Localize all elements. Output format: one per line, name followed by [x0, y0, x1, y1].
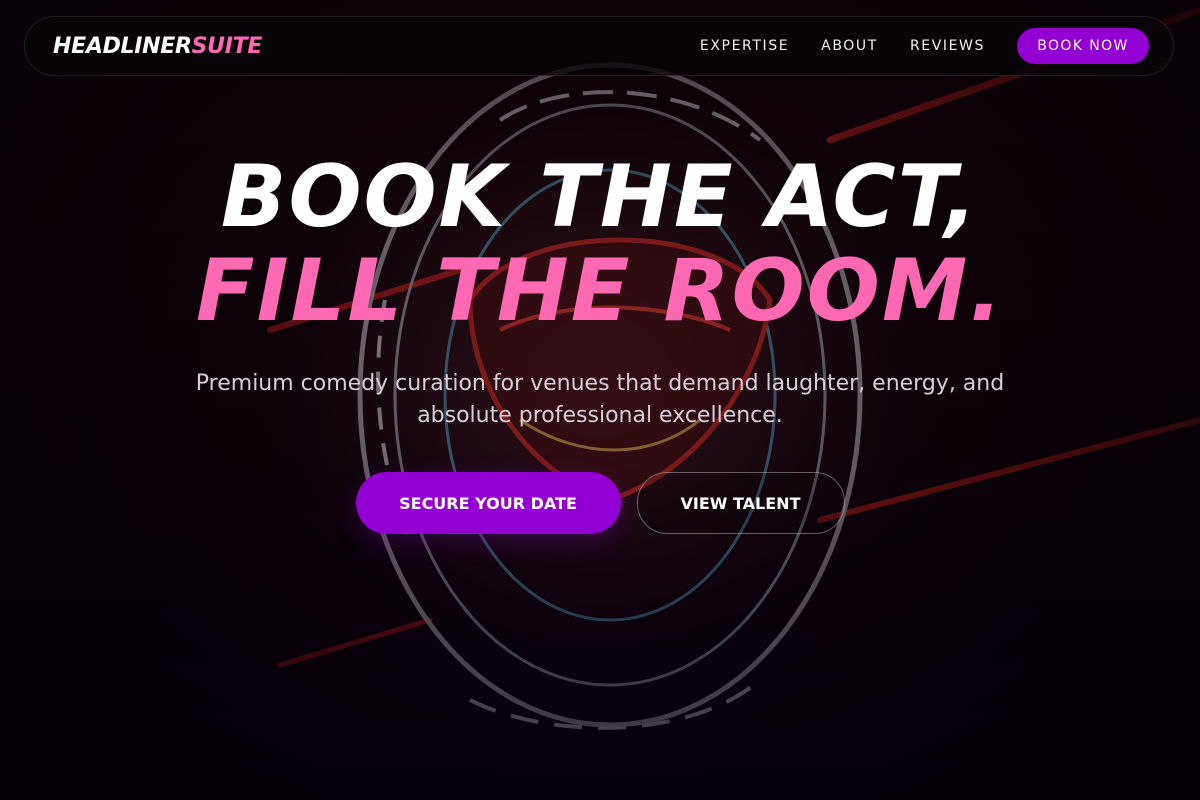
landing-page: HEADLINERSUITE EXPERTISE ABOUT REVIEWS B… [0, 0, 1200, 800]
hero-subtitle: Premium comedy curation for venues that … [195, 371, 1005, 428]
top-navigation: HEADLINERSUITE EXPERTISE ABOUT REVIEWS B… [24, 16, 1174, 76]
nav-link-reviews[interactable]: REVIEWS [910, 38, 985, 54]
nav-link-expertise[interactable]: EXPERTISE [700, 38, 789, 54]
nav-link-about[interactable]: ABOUT [821, 38, 878, 54]
hero-headline: BOOK THE ACT, FILL THE ROOM. [0, 150, 1200, 338]
view-talent-button[interactable]: VIEW TALENT [636, 472, 845, 534]
nav-links: EXPERTISE ABOUT REVIEWS BOOK NOW [700, 28, 1149, 64]
brand-name-accent: SUITE [191, 33, 263, 59]
brand-logo[interactable]: HEADLINERSUITE [53, 34, 262, 59]
brand-name-main: HEADLINER [53, 33, 192, 59]
hero-section: BOOK THE ACT, FILL THE ROOM. Premium com… [0, 150, 1200, 534]
headline-line-2: FILL THE ROOM. [195, 241, 1005, 341]
headline-line-1: BOOK THE ACT, [220, 147, 980, 247]
book-now-button[interactable]: BOOK NOW [1017, 28, 1149, 64]
hero-cta-row: SECURE YOUR DATE VIEW TALENT [0, 472, 1200, 534]
secure-your-date-button[interactable]: SECURE YOUR DATE [355, 472, 621, 534]
